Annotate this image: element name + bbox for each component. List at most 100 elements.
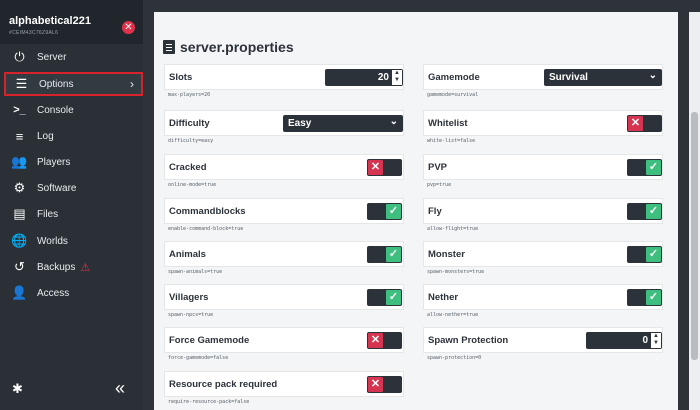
option-key: pvp=true (427, 182, 452, 188)
settings-icon[interactable]: ✱ (12, 381, 23, 397)
sidebar-item-label: Server (37, 51, 67, 63)
sidebar-item-label: Access (37, 287, 70, 299)
check-icon: ✓ (646, 160, 661, 175)
sidebar-item-label: Software (37, 182, 77, 194)
option-key: spawn-animals=true (168, 269, 223, 275)
chevron-right-icon: › (130, 77, 134, 91)
animals-option: Animals ✓ (164, 241, 404, 267)
sliders-icon: ☰ (15, 76, 28, 91)
monster-toggle[interactable]: ✓ (627, 246, 662, 263)
option-key: max-players=20 (168, 92, 211, 98)
force-gamemode-option: Force Gamemode ✕ (164, 327, 404, 353)
option-label: Force Gamemode (169, 335, 250, 346)
villagers-toggle[interactable]: ✓ (367, 289, 402, 306)
check-icon: ✓ (386, 290, 401, 305)
server-name: alphabetical221 (9, 15, 91, 27)
nether-option: Nether ✓ (423, 284, 663, 310)
cracked-toggle[interactable]: ✕ (367, 159, 402, 176)
option-label: Nether (428, 292, 459, 303)
scrollbar-thumb[interactable] (691, 112, 698, 360)
option-label: Fly (428, 206, 442, 217)
sidebar-item-server[interactable]: ⏻ Server (4, 45, 143, 69)
commandblocks-toggle[interactable]: ✓ (367, 203, 402, 220)
sidebar-item-log[interactable]: ≡ Log (4, 124, 143, 148)
x-icon: ✕ (628, 116, 643, 131)
sidebar-item-console[interactable]: >_ Console (4, 98, 143, 122)
gears-icon: ⚙ (13, 180, 26, 195)
stepper-arrows-icon[interactable]: ▲ ▼ (392, 70, 402, 85)
x-icon: ✕ (368, 160, 383, 175)
spawn-protection-stepper[interactable]: 0 ▲ ▼ (586, 332, 662, 349)
option-label: Commandblocks (169, 206, 246, 217)
slots-value: 20 (377, 72, 389, 83)
server-header: alphabetical221 #CEIM43C76Z9AL6 ✕ (0, 0, 143, 44)
whitelist-option: Whitelist ✕ (423, 110, 663, 136)
option-key: enable-command-block=true (168, 226, 244, 232)
fly-option: Fly ✓ (423, 198, 663, 224)
collapse-sidebar-icon[interactable]: « (115, 378, 125, 399)
option-label: Spawn Protection (428, 335, 509, 346)
panel-title: server.properties (163, 39, 294, 55)
gamemode-select[interactable]: Survival ⌄ (544, 69, 662, 86)
slots-option: Slots 20 ▲ ▼ (164, 64, 404, 90)
power-icon: ⏻ (14, 49, 25, 64)
sidebar-item-label: Backups (37, 261, 76, 273)
globe-icon: 🌐 (11, 233, 28, 248)
close-icon[interactable]: ✕ (122, 21, 135, 34)
option-key: difficulty=easy (168, 138, 214, 144)
option-label: Cracked (169, 162, 207, 173)
sidebar-item-players[interactable]: 👥 Players (4, 150, 143, 174)
x-icon: ✕ (368, 377, 383, 392)
sidebar-item-backups[interactable]: ↺ Backups ⚠ (4, 255, 143, 279)
server-id: #CEIM43C76Z9AL6 (9, 30, 59, 36)
fly-toggle[interactable]: ✓ (627, 203, 662, 220)
users-icon: 👥 (11, 154, 28, 169)
sidebar-item-worlds[interactable]: 🌐 Worlds (4, 229, 143, 253)
force-gamemode-toggle[interactable]: ✕ (367, 332, 402, 349)
option-key: white-list=false (427, 138, 476, 144)
check-icon: ✓ (386, 204, 401, 219)
difficulty-select[interactable]: Easy ⌄ (283, 115, 403, 132)
option-key: allow-flight=true (427, 226, 479, 232)
sidebar-item-label: Options (39, 78, 74, 90)
spawn-protection-value: 0 (642, 335, 648, 346)
sidebar-item-label: Files (37, 208, 59, 220)
option-key: require-resource-pack=false (168, 399, 250, 405)
pvp-toggle[interactable]: ✓ (627, 159, 662, 176)
log-icon: ≡ (15, 128, 24, 144)
files-icon: ▤ (13, 206, 26, 221)
sidebar-item-label: Worlds (37, 235, 68, 247)
sidebar-item-files[interactable]: ▤ Files (4, 202, 143, 226)
option-label: Difficulty (169, 118, 210, 129)
villagers-option: Villagers ✓ (164, 284, 404, 310)
warning-icon: ⚠ (80, 261, 91, 274)
check-icon: ✓ (646, 247, 661, 262)
whitelist-toggle[interactable]: ✕ (627, 115, 662, 132)
sidebar-item-access[interactable]: 👤 Access (4, 281, 143, 305)
history-icon: ↺ (14, 259, 25, 274)
sidebar: alphabetical221 #CEIM43C76Z9AL6 ✕ ⏻ Serv… (0, 0, 143, 410)
slots-stepper[interactable]: 20 ▲ ▼ (325, 69, 403, 86)
sidebar-item-options[interactable]: ☰ Options › (4, 72, 143, 96)
option-key: spawn-npcs=true (168, 312, 214, 318)
option-label: PVP (428, 162, 448, 173)
option-key: spawn-protection=0 (427, 355, 482, 361)
option-label: Slots (169, 72, 193, 83)
sidebar-item-label: Players (37, 156, 71, 168)
animals-toggle[interactable]: ✓ (367, 246, 402, 263)
sidebar-item-software[interactable]: ⚙ Software (4, 176, 143, 200)
scrollbar[interactable] (689, 12, 700, 410)
option-label: Monster (428, 249, 465, 260)
option-label: Villagers (169, 292, 209, 303)
nether-toggle[interactable]: ✓ (627, 289, 662, 306)
difficulty-option: Difficulty Easy ⌄ (164, 110, 404, 136)
option-key: online-mode=true (168, 182, 217, 188)
option-key: force-gamemode=false (168, 355, 229, 361)
option-label: Resource pack required (169, 379, 278, 390)
terminal-icon: >_ (13, 104, 26, 116)
resource-pack-toggle[interactable]: ✕ (367, 376, 402, 393)
check-icon: ✓ (386, 247, 401, 262)
stepper-arrows-icon[interactable]: ▲ ▼ (651, 333, 661, 348)
monster-option: Monster ✓ (423, 241, 663, 267)
option-label: Whitelist (428, 118, 468, 129)
